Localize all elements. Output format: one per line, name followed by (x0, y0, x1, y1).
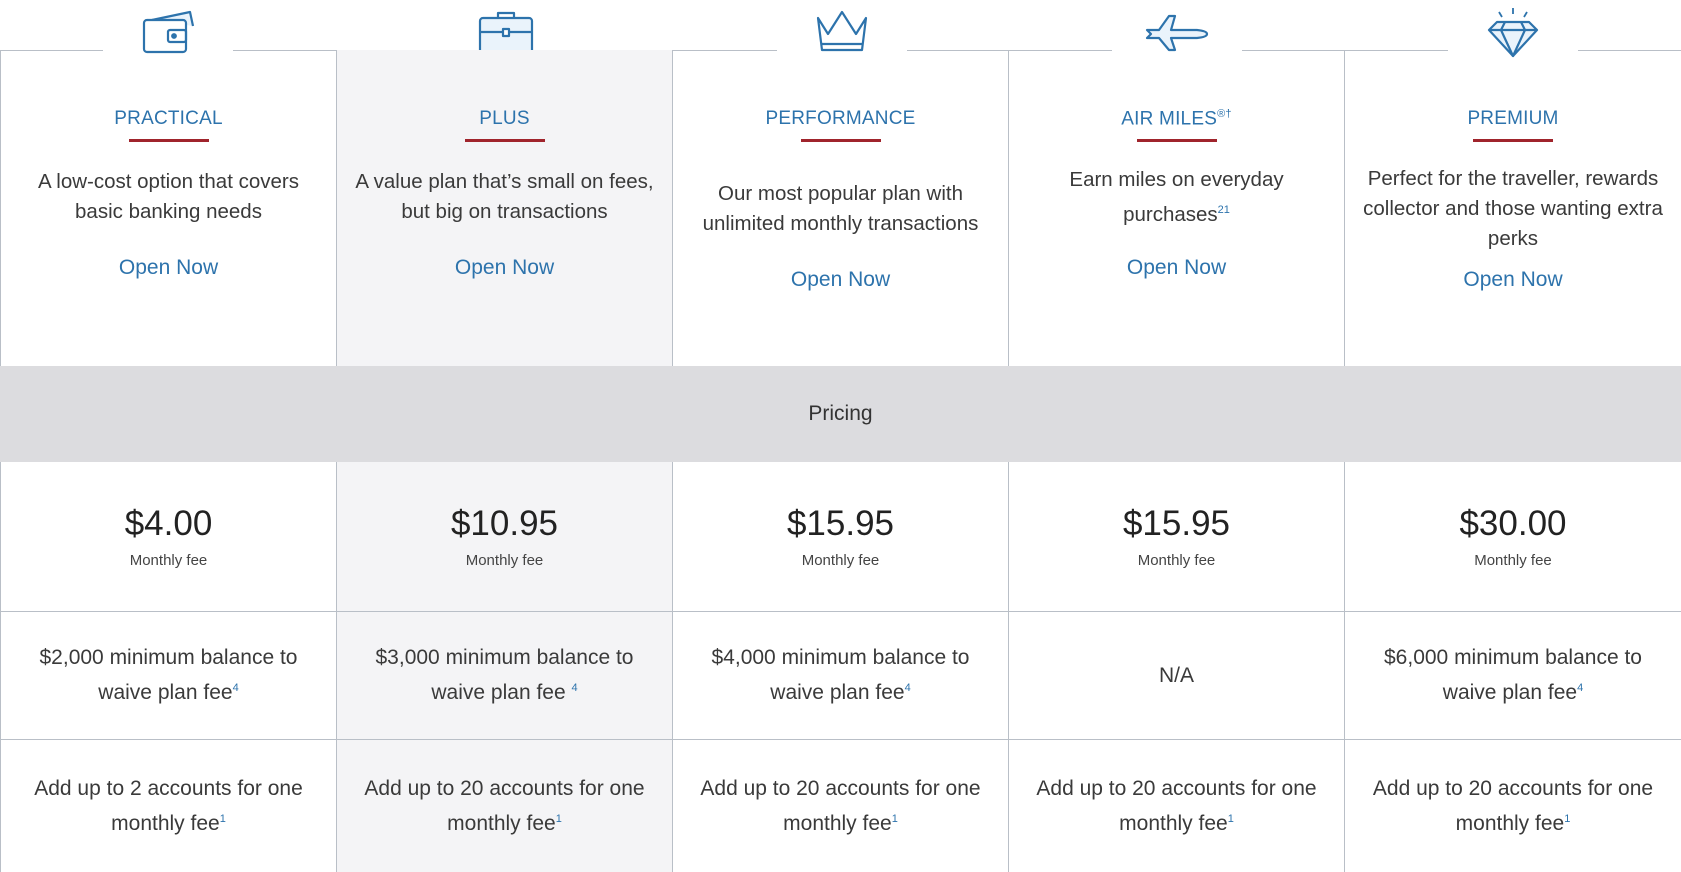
plan-column-air-miles: AIR MILES®† Earn miles on everyday purch… (1008, 50, 1344, 366)
open-now-link[interactable]: Open Now (455, 256, 554, 280)
monthly-price: $15.95 (786, 504, 895, 543)
open-now-link[interactable]: Open Now (1463, 268, 1562, 292)
price-cell: $10.95 Monthly fee (336, 462, 672, 612)
plan-name-underline (800, 139, 881, 142)
accounts-text: Add up to 20 accounts for one monthly fe… (1036, 776, 1317, 835)
accounts-text: Add up to 20 accounts for one monthly fe… (364, 776, 645, 835)
balance-cell: $3,000 minimum balance to waive plan fee… (336, 612, 672, 740)
accounts-text: Add up to 20 accounts for one monthly fe… (700, 776, 981, 835)
price-cell: $15.95 Monthly fee (672, 462, 1008, 612)
accounts-cell: Add up to 20 accounts for one monthly fe… (336, 740, 672, 872)
plan-name: PLUS (479, 108, 530, 129)
footnote-marker[interactable]: 21 (1218, 204, 1230, 216)
footnote-marker[interactable]: 1 (1564, 813, 1570, 825)
balance-text: $4,000 minimum balance to waive plan fee… (711, 646, 970, 704)
accounts-text: Add up to 20 accounts for one monthly fe… (1372, 776, 1654, 835)
plan-description: Earn miles on everyday purchases21 (1069, 167, 1284, 226)
plan-description: A low-cost option that covers basic bank… (38, 170, 299, 223)
monthly-price: $30.00 (1459, 504, 1567, 543)
monthly-fee-label: Monthly fee (129, 552, 208, 569)
plan-column-plus: PLUS A value plan that’s small on fees, … (336, 50, 672, 366)
balance-cell: $2,000 minimum balance to waive plan fee… (0, 612, 336, 740)
plan-column-premium: PREMIUM Perfect for the traveller, rewar… (1344, 50, 1681, 366)
plan-description: Our most popular plan with unlimited mon… (702, 182, 979, 235)
plan-name: PREMIUM (1467, 108, 1559, 129)
monthly-price: $15.95 (1122, 504, 1231, 543)
monthly-fee-label: Monthly fee (1474, 552, 1552, 569)
balance-cell: $4,000 minimum balance to waive plan fee… (672, 612, 1008, 740)
balance-text: $3,000 minimum balance to waive plan fee… (375, 646, 634, 704)
open-now-link[interactable]: Open Now (119, 256, 218, 280)
footnote-marker[interactable]: 1 (1228, 813, 1234, 825)
balance-cell: $6,000 minimum balance to waive plan fee… (1344, 612, 1681, 740)
open-now-link[interactable]: Open Now (791, 268, 890, 292)
open-now-link[interactable]: Open Now (1127, 256, 1226, 280)
accounts-cell: Add up to 20 accounts for one monthly fe… (1344, 740, 1681, 872)
monthly-fee-label: Monthly fee (1137, 552, 1216, 569)
accounts-cell: Add up to 2 accounts for one monthly fee… (0, 740, 336, 872)
footnote-marker[interactable]: 1 (892, 813, 898, 825)
plan-name: PRACTICAL (114, 108, 223, 129)
footnote-marker[interactable]: 4 (905, 682, 911, 694)
balance-text: N/A (1158, 663, 1194, 687)
monthly-fee-label: Monthly fee (801, 552, 880, 569)
footnote-marker[interactable]: 1 (556, 813, 562, 825)
pricing-table: $4.00 Monthly fee $10.95 Monthly fee $15… (0, 462, 1681, 872)
price-cell: $4.00 Monthly fee (0, 462, 336, 612)
plan-name-underline (1473, 139, 1553, 142)
pricing-section-header: Pricing (0, 366, 1681, 462)
plan-headers: PRACTICAL A low-cost option that covers … (0, 50, 1681, 366)
footnote-marker[interactable]: 4 (571, 682, 577, 694)
balance-text: $6,000 minimum balance to waive plan fee… (1384, 646, 1642, 704)
footnote-marker[interactable]: 4 (1577, 682, 1583, 694)
price-cell: $15.95 Monthly fee (1008, 462, 1344, 612)
accounts-cell: Add up to 20 accounts for one monthly fe… (672, 740, 1008, 872)
plan-description: Perfect for the traveller, rewards colle… (1363, 167, 1663, 250)
monthly-price: $10.95 (450, 504, 559, 543)
balance-cell: N/A (1008, 612, 1344, 740)
plan-name: PERFORMANCE (765, 108, 916, 129)
price-cell: $30.00 Monthly fee (1344, 462, 1681, 612)
plan-column-practical: PRACTICAL A low-cost option that covers … (0, 50, 336, 366)
monthly-price: $4.00 (124, 504, 213, 543)
accounts-text: Add up to 2 accounts for one monthly fee… (34, 776, 303, 835)
monthly-fee-label: Monthly fee (465, 552, 544, 569)
plan-column-performance: PERFORMANCE Our most popular plan with u… (672, 50, 1008, 366)
balance-text: $2,000 minimum balance to waive plan fee… (39, 646, 298, 704)
footnote-marker[interactable]: 4 (233, 682, 239, 694)
plan-name-superscript: ®† (1217, 108, 1232, 120)
footnote-marker[interactable]: 1 (220, 813, 226, 825)
plan-name: AIR MILES®† (1121, 108, 1232, 130)
plan-description: A value plan that’s small on fees, but b… (355, 170, 654, 223)
accounts-cell: Add up to 20 accounts for one monthly fe… (1008, 740, 1344, 872)
